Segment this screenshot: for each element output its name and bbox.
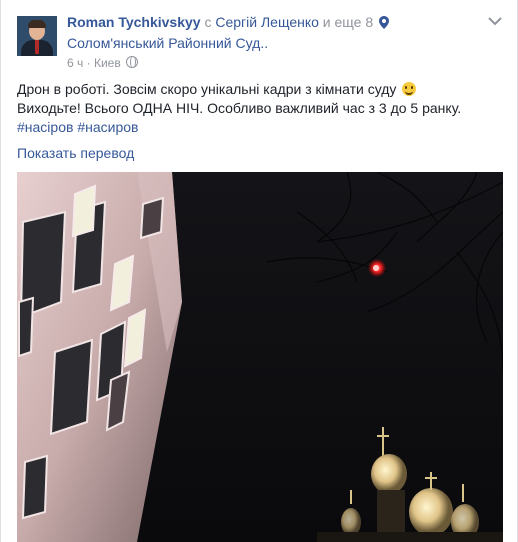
post-time[interactable]: 6 ч: [67, 56, 83, 70]
with-prefix: с: [204, 14, 212, 30]
tagged-person[interactable]: Сергій Лещенко: [215, 14, 319, 30]
meta-separator: ·: [86, 56, 91, 70]
chevron-down-icon[interactable]: [485, 14, 505, 28]
post-text-line1-row: Дрон в роботі. Зовсім скоро унікальні ка…: [17, 80, 497, 99]
post-header: Roman Tychkivskyy с Сергій Лещенко и еще…: [67, 13, 467, 53]
post-photo[interactable]: [17, 172, 503, 542]
avatar-tie: [35, 40, 39, 54]
post-text: Дрон в роботі. Зовсім скоро унікальні ка…: [17, 80, 497, 137]
map-pin-icon: [379, 15, 390, 34]
post-card: Roman Tychkivskyy с Сергій Лещенко и еще…: [0, 0, 518, 542]
post-text-line1: Дрон в роботі. Зовсім скоро унікальні ка…: [17, 81, 397, 97]
post-meta: 6 ч · Киев: [67, 56, 139, 70]
author-name[interactable]: Roman Tychkivskyy: [67, 14, 201, 30]
translate-link[interactable]: Показать перевод: [17, 145, 134, 161]
hashtags[interactable]: #насіров #насиров: [17, 118, 497, 137]
author-avatar[interactable]: [17, 16, 57, 56]
post-city[interactable]: Киев: [94, 56, 121, 70]
location-link[interactable]: Солом'янський Районний Суд..: [67, 34, 467, 53]
avatar-hair: [28, 20, 46, 28]
post-text-line2: Виходьте! Всього ОДНА НІЧ. Особливо важл…: [17, 100, 462, 116]
smiley-emoji: [402, 82, 417, 96]
and-more-link[interactable]: и еще 8: [323, 14, 373, 30]
globe-icon[interactable]: [126, 56, 139, 68]
